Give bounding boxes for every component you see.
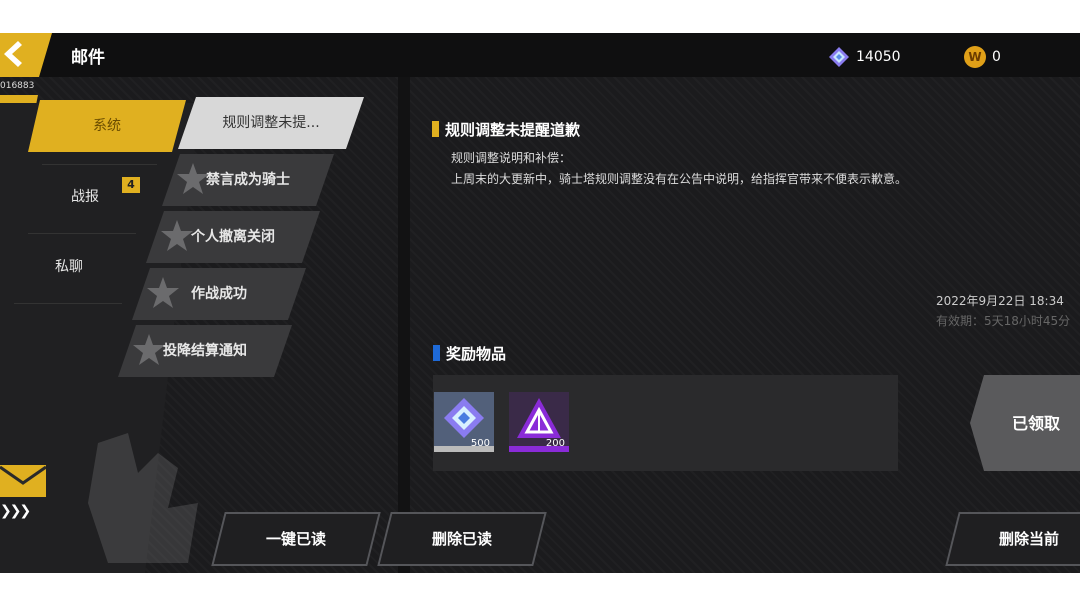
mail-detail-title: 规则调整未提醒道歉 (432, 119, 580, 140)
reward-count: 500 (470, 438, 490, 449)
star-icon (160, 219, 194, 253)
panel-separator (398, 77, 410, 573)
unread-badge: 4 (122, 177, 140, 193)
coin-icon: W (964, 46, 986, 68)
category-label: 战报 (71, 189, 99, 205)
mail-title: 作战成功 (191, 286, 247, 302)
back-button[interactable] (0, 33, 52, 77)
reward-item-diamond[interactable]: 500 (434, 392, 494, 452)
rewards-title: 奖励物品 (433, 343, 506, 364)
mail-title: 投降结算通知 (163, 343, 247, 359)
reward-count: 200 (545, 438, 565, 449)
mail-list-item[interactable]: 作战成功 (132, 268, 306, 320)
category-label: 系统 (93, 118, 121, 134)
mail-date: 2022年9月22日 18:34 (936, 294, 1064, 308)
mail-title: 规则调整未提... (222, 115, 320, 131)
rewards-box: 500 200 (433, 375, 898, 471)
mail-list-item[interactable]: 个人撤离关闭 (146, 211, 320, 263)
mail-screen: 邮件 14050 W 0 016883 系统 战报 4 私聊 规则调整未提... (0, 33, 1080, 573)
title-marker (432, 121, 439, 137)
diamond-icon (829, 47, 849, 67)
star-icon (146, 276, 180, 310)
arrows-icon: ❯❯❯ (0, 503, 31, 519)
delete-current-button[interactable]: 删除当前 (945, 512, 1080, 566)
divider (28, 233, 136, 234)
category-private-chat-tab[interactable]: 私聊 (10, 241, 128, 293)
reward-item-crystal[interactable]: 200 (509, 392, 569, 452)
mail-title: 禁言成为骑士 (206, 172, 290, 188)
diamond-count: 14050 (856, 49, 901, 65)
top-bar: 邮件 14050 W 0 (0, 33, 1080, 77)
diamond-currency[interactable]: 14050 (828, 46, 901, 68)
title-marker (433, 345, 440, 361)
mail-body-line: 规则调整说明和补偿： (451, 151, 572, 165)
mail-body-line: 上周末的大更新中，骑士塔规则调整没有在公告中说明，给指挥官带来不便表示歉意。 (451, 172, 908, 186)
star-icon (176, 162, 210, 196)
divider (42, 164, 157, 165)
category-label: 私聊 (55, 259, 83, 275)
delete-read-button[interactable]: 删除已读 (377, 512, 547, 566)
mail-list-item[interactable]: 投降结算通知 (118, 325, 292, 377)
mail-title: 个人撤离关闭 (191, 229, 275, 245)
star-icon (132, 333, 166, 367)
read-all-button[interactable]: 一键已读 (211, 512, 381, 566)
mail-list-item[interactable]: 禁言成为骑士 (162, 154, 334, 206)
fist-emblem-icon (88, 433, 198, 563)
mail-list-item[interactable]: 规则调整未提... (178, 97, 364, 149)
category-system-tab[interactable]: 系统 (28, 100, 186, 152)
envelope-icon[interactable] (0, 461, 46, 499)
back-arrow-icon (4, 41, 22, 67)
coin-count: 0 (992, 49, 1001, 65)
page-title: 邮件 (71, 48, 105, 68)
claimed-label: 已领取 (1012, 414, 1061, 433)
divider (14, 303, 122, 304)
mail-validity: 有效期：5天18小时45分 (936, 314, 1071, 328)
coin-currency[interactable]: W 0 (964, 46, 1001, 68)
